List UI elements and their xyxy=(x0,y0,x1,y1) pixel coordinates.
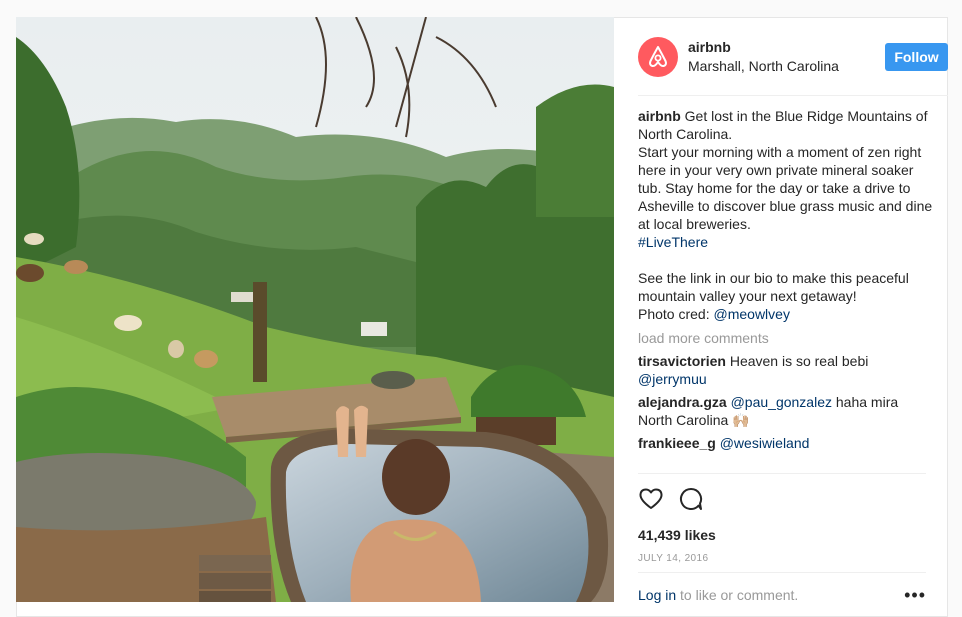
more-options-icon[interactable]: ••• xyxy=(904,585,926,606)
login-rest: to like or comment. xyxy=(676,587,799,603)
caption: airbnb Get lost in the Blue Ridge Mounta… xyxy=(638,107,934,323)
account-username-link[interactable]: airbnb xyxy=(688,39,731,55)
hot-tub-mountain-photo xyxy=(16,17,614,602)
comment-username[interactable]: tirsavictorien xyxy=(638,353,726,369)
heart-icon xyxy=(639,488,663,509)
location-link[interactable]: Marshall, North Carolina xyxy=(688,58,848,74)
load-more-comments[interactable]: load more comments xyxy=(638,329,934,347)
post-photo[interactable] xyxy=(16,17,614,602)
post-sidebar: airbnb Marshall, North Carolina Follow a… xyxy=(614,17,948,605)
post-actions: 41,439 likes JULY 14, 2016 Log in to lik… xyxy=(638,473,926,605)
avatar[interactable] xyxy=(638,37,678,77)
comment-username[interactable]: frankieee_g xyxy=(638,435,716,451)
hashtag-link[interactable]: #LiveThere xyxy=(638,234,708,250)
caption-text-3: See the link in our bio to make this pea… xyxy=(638,270,909,304)
comment-item: alejandra.gza @pau_gonzalez haha mira No… xyxy=(638,393,934,429)
comment-username[interactable]: alejandra.gza xyxy=(638,394,727,410)
post-header: airbnb Marshall, North Carolina Follow xyxy=(638,17,948,96)
like-button[interactable] xyxy=(638,486,664,512)
comment-list: airbnb Get lost in the Blue Ridge Mounta… xyxy=(638,107,934,457)
comment-item: tirsavictorien Heaven is so real bebi @j… xyxy=(638,352,934,388)
post-date: JULY 14, 2016 xyxy=(638,553,709,564)
comment-button[interactable] xyxy=(678,486,704,512)
like-count[interactable]: 41,439 likes xyxy=(638,527,716,543)
photo-cred-mention[interactable]: @meowlvey xyxy=(714,306,790,322)
comment-item: frankieee_g @wesiwieland xyxy=(638,434,934,452)
login-text: Log in to like or comment. xyxy=(638,587,798,603)
follow-button[interactable]: Follow xyxy=(885,43,948,71)
comment-bubble-icon xyxy=(680,487,703,510)
airbnb-logo-icon xyxy=(649,46,667,68)
photo-cred-label: Photo cred: xyxy=(638,306,710,322)
comment-mention[interactable]: @jerrymuu xyxy=(638,371,707,387)
login-prompt: Log in to like or comment. ••• xyxy=(638,572,926,608)
login-link[interactable]: Log in xyxy=(638,587,676,603)
comment-mention[interactable]: @pau_gonzalez xyxy=(731,394,832,410)
caption-username[interactable]: airbnb xyxy=(638,108,681,124)
caption-text-2: Start your morning with a moment of zen … xyxy=(638,144,933,232)
caption-text-1: Get lost in the Blue Ridge Mountains of … xyxy=(638,108,928,142)
comment-text: Heaven is so real bebi xyxy=(729,353,869,369)
comment-mention[interactable]: @wesiwieland xyxy=(720,435,810,451)
